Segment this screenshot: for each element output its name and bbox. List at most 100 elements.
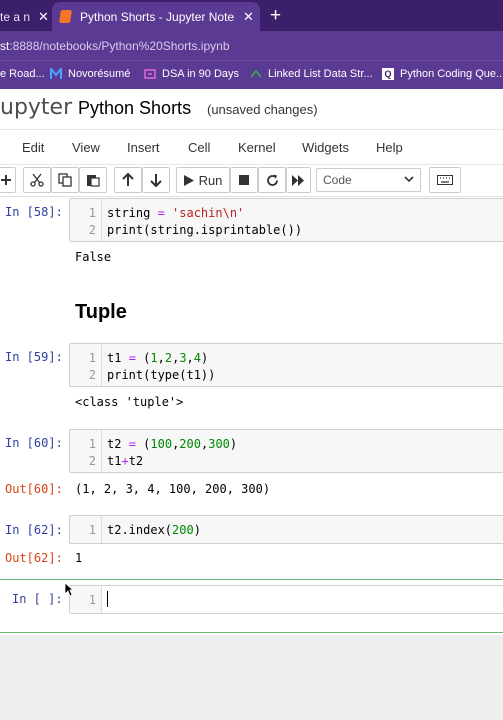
menu-widgets[interactable]: Widgets [302,140,349,155]
code-line: t1+t2 [107,454,144,468]
input-prompt: In [58]: [5,205,63,219]
url-host: st [0,39,10,53]
tab-label: te a n [0,9,31,24]
bookmark-label: Python Coding Que... [400,68,503,80]
notebook-container: In [58]: 1 2 string = 'sachin\n' print(s… [0,197,503,635]
code-line: print(string.isprintable()) [107,223,303,237]
bookmarks-bar: e Road... Novorésumé DSA in 90 Days Link… [0,60,503,89]
code-line: t1 = (1,2,3,4) [107,351,209,365]
menu-cell[interactable]: Cell [188,140,210,155]
code-line: print(type(t1)) [107,368,216,382]
tab-label: Python Shorts - Jupyter Notebook [80,9,235,24]
bookmark-label: e Road... [0,68,45,80]
browser-tab-strip: te a n ✕ Python Shorts - Jupyter Noteboo… [0,0,503,31]
url-path: :8888/notebooks/Python%20Shorts.ipynb [9,39,230,53]
menu-help[interactable]: Help [376,140,403,155]
cell-output: (1, 2, 3, 4, 100, 200, 300) [75,482,271,496]
url-text[interactable]: st:8888/notebooks/Python%20Shorts.ipynb [0,39,230,53]
fast-forward-icon [292,174,304,186]
bookmark-label: Novorésumé [68,68,131,80]
move-down-button[interactable] [142,167,170,193]
dsa-icon [144,69,156,79]
run-button[interactable]: Run [176,167,230,193]
bookmark-linked-list[interactable]: Linked List Data Str... [250,68,373,80]
code-cell-input[interactable]: 1 2 string = 'sachin\n' print(string.isp… [69,198,503,242]
menu-insert[interactable]: Insert [127,140,160,155]
code-cell-input[interactable]: 1 t2.index(200) [69,515,503,544]
paste-button[interactable] [79,167,107,193]
copy-button[interactable] [51,167,79,193]
menu-kernel[interactable]: Kernel [238,140,276,155]
input-prompt: In [59]: [5,350,63,364]
run-label: Run [198,172,223,188]
move-up-button[interactable] [114,167,142,193]
line-number: 2 [88,454,96,468]
cell-type-value: Code [323,173,352,187]
notebook-toolbar: Run Code [0,165,503,197]
arrow-up-icon [122,173,134,186]
plus-icon [1,175,11,185]
interrupt-button[interactable] [230,167,258,193]
close-icon[interactable]: ✕ [243,9,254,25]
output-prompt: Out[62]: [5,551,63,565]
insert-cell-button[interactable] [0,167,16,193]
play-icon [183,174,194,186]
bookmark-label: DSA in 90 Days [162,68,240,80]
line-number: 1 [88,206,96,220]
code-line: string = 'sachin\n' [107,206,245,220]
save-status: (unsaved changes) [207,102,318,117]
close-icon[interactable]: ✕ [38,9,49,25]
cell-type-select[interactable]: Code [316,168,421,192]
code-cell-input-active[interactable]: 1 [69,585,503,614]
cell-output: False [75,250,112,264]
jupyter-logo[interactable]: upyter [0,95,72,120]
mouse-pointer-icon [64,582,74,597]
code-cell-input[interactable]: 1 2 t1 = (1,2,3,4) print(type(t1)) [69,343,503,387]
jupyter-favicon-icon [59,10,72,23]
keyboard-icon [437,175,453,185]
paste-icon [87,175,100,187]
code-line: t2.index(200) [107,523,201,537]
line-number: 2 [88,223,96,237]
chevron-down-icon [404,176,414,183]
linked-list-icon [250,69,262,78]
line-number: 1 [88,351,96,365]
restart-button[interactable] [258,167,286,193]
line-number: 1 [88,437,96,451]
menu-bar: Edit View Insert Cell Kernel Widgets Hel… [0,129,503,165]
code-cell-input[interactable]: 1 2 t2 = (100,200,300) t1+t2 [69,429,503,473]
address-bar[interactable]: st:8888/notebooks/Python%20Shorts.ipynb [0,31,503,60]
line-number: 1 [88,523,96,537]
input-prompt: In [60]: [5,436,63,450]
cell-output: <class 'tuple'> [75,395,184,409]
line-number: 2 [88,368,96,382]
cut-button[interactable] [23,167,51,193]
browser-tab-active[interactable]: Python Shorts - Jupyter Notebook ✕ [52,2,260,31]
text-cursor [107,591,108,607]
markdown-heading: Tuple [75,301,127,323]
restart-run-all-button[interactable] [286,167,311,193]
menu-edit[interactable]: Edit [22,140,44,155]
menu-view[interactable]: View [72,140,100,155]
bookmark-dsa[interactable]: DSA in 90 Days [144,68,239,80]
scissors-icon [30,173,44,187]
bookmark-road[interactable]: e Road... [0,68,45,80]
q-icon: Q [382,68,394,80]
stop-icon [239,175,249,185]
input-prompt: In [62]: [5,523,63,537]
notebook-title[interactable]: Python Shorts [78,98,191,119]
bookmark-python-coding[interactable]: Q Python Coding Que... [382,68,503,80]
novoresume-icon [50,68,62,79]
browser-tab-previous[interactable]: te a n ✕ [0,2,50,31]
bookmark-novoresume[interactable]: Novorésumé [50,68,130,80]
copy-icon [58,173,72,187]
bookmark-label: Linked List Data Str... [268,68,373,80]
command-palette-button[interactable] [429,167,461,193]
cell-output: 1 [75,551,83,565]
new-tab-button[interactable]: + [270,5,281,27]
restart-icon [266,174,278,186]
input-prompt: In [ ]: [12,592,63,606]
arrow-down-icon [150,174,162,187]
output-prompt: Out[60]: [5,482,63,496]
jupyter-header: upyter Python Shorts (unsaved changes) [0,89,503,129]
